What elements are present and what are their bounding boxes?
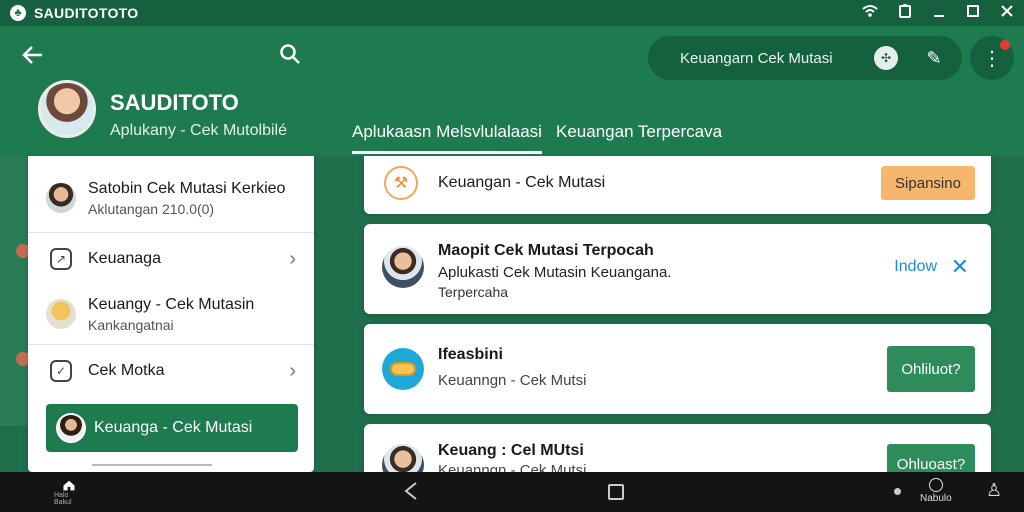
card-maopit: Maopit Cek Mutasi Terpocah Aplukasti Cek…: [364, 224, 991, 314]
card-link[interactable]: Indow: [894, 258, 937, 276]
search-pill-text: Keuangarn Cek Mutasi: [680, 49, 833, 67]
back-arrow-icon[interactable]: [20, 42, 48, 70]
card-title: Ifeasbini: [438, 346, 503, 363]
chart-icon: ↗: [50, 248, 72, 270]
tab-keuangan[interactable]: Keuangan Terpercava: [556, 122, 722, 142]
profile-name: SAUDITOTO: [110, 90, 239, 115]
divider: [28, 232, 314, 233]
card-title: Keuangan - Cek Mutasi: [438, 174, 606, 191]
nav-home-button[interactable]: Halo Bakul: [54, 480, 84, 506]
window-title: SAUDITOTOTO: [34, 5, 139, 21]
wifi-icon: [862, 4, 878, 22]
avatar: [46, 183, 76, 213]
search-pill[interactable]: Keuangarn Cek Mutasi ✣ ✎: [648, 36, 962, 80]
profile-subtitle: Aplukany - Cek Mutolbilé: [110, 122, 287, 139]
status-bar: ♣ SAUDITOTOTO: [0, 0, 1024, 26]
chevron-right-icon: ›: [289, 359, 296, 382]
nav-home-label: Halo Bakul: [54, 492, 72, 506]
battery-icon: [898, 4, 912, 22]
sidebar-item-keuangy[interactable]: Keuangy - Cek Mutasin Kankangatnai: [28, 284, 314, 344]
sidebar-item-account[interactable]: Satobin Cek Mutasi Kerkieo Aklutangan 21…: [28, 168, 314, 228]
pen-icon[interactable]: ✎: [922, 46, 946, 70]
app-header: Keuangarn Cek Mutasi ✣ ✎ ⋮ SAUDITOTO Apl…: [0, 26, 1024, 156]
avatar: [382, 246, 424, 288]
divider: [28, 344, 314, 345]
avatar: [56, 413, 86, 443]
search-icon[interactable]: [278, 42, 304, 68]
more-menu-button[interactable]: ⋮: [970, 36, 1014, 80]
card-title: Maopit Cek Mutasi Terpocah: [438, 242, 654, 259]
app-logo-icon: ♣: [10, 5, 26, 21]
sidebar-item-label: Keuanaga: [88, 250, 161, 267]
sidebar-item-sub: Kankangatnai: [88, 316, 174, 333]
nav-clock[interactable]: Nabulo: [920, 478, 952, 504]
card-title: Keuang : Cel MUtsi: [438, 442, 584, 459]
card-subtitle-2: Terpercaha: [438, 284, 509, 300]
sidebar-item-label: Keuangy - Cek Mutasin: [88, 295, 255, 313]
sidebar-item-label: Keuanga - Cek Mutasi: [94, 419, 253, 436]
clock-icon: [928, 478, 943, 492]
sidebar-more-hint: [92, 464, 212, 466]
navigation-bar: Halo Bakul Nabulo ♙: [0, 472, 1024, 512]
close-icon[interactable]: [1000, 4, 1014, 22]
nav-dot-icon: [894, 488, 901, 495]
network-icon[interactable]: ✣: [874, 46, 898, 70]
status-icons: [862, 4, 1014, 22]
card-subtitle: Keuanngn - Cek Mutsi: [438, 372, 587, 389]
sidebar-item-label: Cek Motka: [88, 362, 165, 379]
avatar: [46, 299, 76, 329]
tab-aplikasi[interactable]: Aplukaasn Melsvlulalaasi: [352, 122, 542, 154]
minimize-icon[interactable]: [932, 4, 946, 22]
check-icon: ✓: [50, 360, 72, 382]
profile-avatar[interactable]: [38, 80, 96, 138]
sidebar-item-active[interactable]: Keuanga - Cek Mutasi: [46, 404, 298, 452]
nav-back-icon[interactable]: [404, 481, 418, 507]
accessibility-icon[interactable]: ♙: [986, 480, 1002, 501]
home-icon: [63, 480, 75, 491]
card-subtitle: Aplukasti Cek Mutasin Keuangana.: [438, 264, 672, 281]
card-action-button[interactable]: Ohliluot?: [887, 346, 975, 392]
maximize-icon[interactable]: [966, 4, 980, 22]
sidebar-item-keuanaga[interactable]: ↗ Keuanaga ›: [28, 234, 314, 284]
sidebar: Satobin Cek Mutasi Kerkieo Aklutangan 21…: [28, 156, 314, 472]
card-ifeasbini: Ifeasbini Keuanngn - Cek Mutsi Ohliluot?: [364, 324, 991, 414]
more-vertical-icon: ⋮: [982, 47, 1002, 70]
card-keuangan: ⚒ Keuangan - Cek Mutasi Sipansino: [364, 156, 991, 214]
nav-clock-label: Nabulo: [920, 493, 952, 504]
sidebar-item-sub: Aklutangan 210.0(0): [88, 200, 215, 217]
chevron-right-icon: ›: [289, 247, 296, 270]
sidebar-item-label: Satobin Cek Mutasi Kerkieo: [88, 179, 286, 197]
close-icon[interactable]: ✕: [951, 254, 969, 280]
card-action-button[interactable]: Sipansino: [881, 166, 975, 200]
nav-recents-icon[interactable]: [608, 484, 624, 500]
coin-icon: [382, 348, 424, 390]
tools-icon: ⚒: [384, 166, 418, 200]
notification-dot: [1000, 40, 1010, 50]
sidebar-item-cek-motka[interactable]: ✓ Cek Motka ›: [28, 346, 314, 396]
